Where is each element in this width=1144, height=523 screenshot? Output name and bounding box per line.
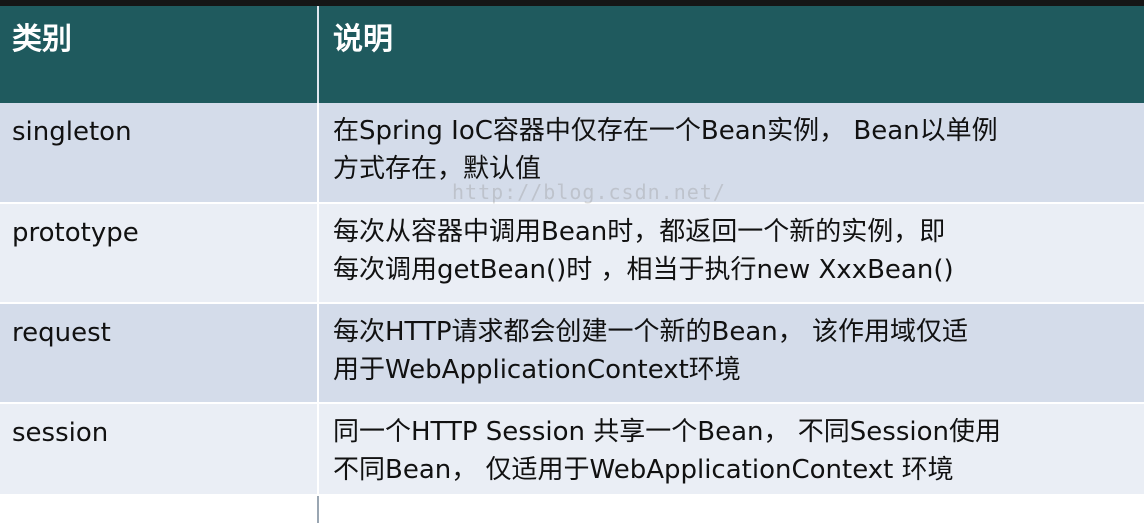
table-header-row: 类别 说明 xyxy=(0,0,1144,103)
description-line: 每次调用getBean()时 ，相当于执行new XxxBean() xyxy=(333,255,954,285)
description-line: 每次从容器中调用Bean时，都返回一个新的实例，即 xyxy=(333,217,946,247)
table-row-cutoff xyxy=(0,495,1144,523)
table-row-prototype: prototype 每次从容器中调用Bean时，都返回一个新的实例，即 每次调用… xyxy=(0,203,1144,304)
header-category: 类别 xyxy=(0,0,319,103)
bean-scope-table: 类别 说明 singleton 在Spring IoC容器中仅存在一个Bean实… xyxy=(0,0,1144,523)
empty-cell xyxy=(318,495,1144,523)
description-cell: 同一个HTTP Session 共享一个Bean， 不同Session使用 不同… xyxy=(318,403,1144,496)
description-cell: 每次HTTP请求都会创建一个新的Bean， 该作用域仅适 用于WebApplic… xyxy=(318,303,1144,404)
category-cell: session xyxy=(0,403,319,496)
category-cell: singleton xyxy=(0,103,319,204)
description-line: 不同Bean， 仅适用于WebApplicationContext 环境 xyxy=(333,455,954,485)
description-line: 用于WebApplicationContext环境 xyxy=(333,355,741,385)
category-cell: prototype xyxy=(0,203,319,304)
description-line: 在Spring IoC容器中仅存在一个Bean实例， Bean以单例 xyxy=(333,116,998,146)
description-cell: 在Spring IoC容器中仅存在一个Bean实例， Bean以单例 方式存在，… xyxy=(318,103,1144,204)
header-description: 说明 xyxy=(318,0,1144,103)
category-cell: request xyxy=(0,303,319,404)
table-row-request: request 每次HTTP请求都会创建一个新的Bean， 该作用域仅适 用于W… xyxy=(0,303,1144,404)
description-line: 方式存在，默认值 xyxy=(333,154,542,184)
description-line: 同一个HTTP Session 共享一个Bean， 不同Session使用 xyxy=(333,417,1001,447)
description-cell: 每次从容器中调用Bean时，都返回一个新的实例，即 每次调用getBean()时… xyxy=(318,203,1144,304)
table-row-session: session 同一个HTTP Session 共享一个Bean， 不同Sess… xyxy=(0,403,1144,496)
table-row-singleton: singleton 在Spring IoC容器中仅存在一个Bean实例， Bea… xyxy=(0,103,1144,204)
description-line: 每次HTTP请求都会创建一个新的Bean， 该作用域仅适 xyxy=(333,317,969,347)
empty-cell xyxy=(0,495,319,523)
